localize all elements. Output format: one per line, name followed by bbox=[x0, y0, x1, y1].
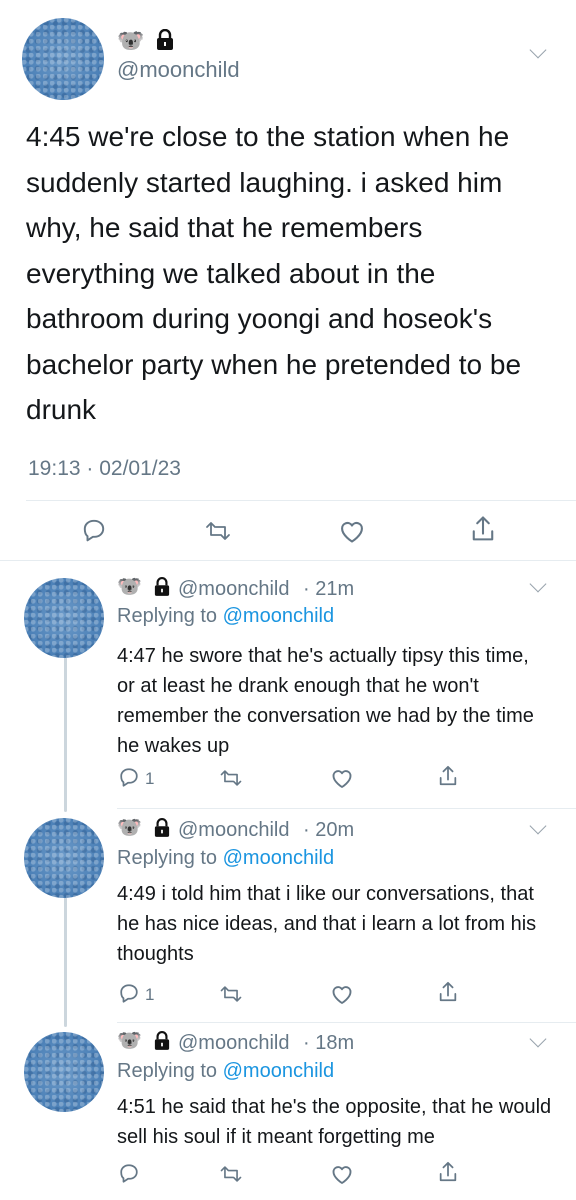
chevron-down-icon[interactable] bbox=[529, 41, 547, 59]
thread-line bbox=[64, 652, 67, 812]
reply-time: · 21m bbox=[303, 578, 355, 600]
chevron-down-icon[interactable] bbox=[529, 575, 547, 593]
lock-icon bbox=[154, 818, 170, 838]
retweet-icon[interactable] bbox=[218, 767, 244, 789]
koala-emoji: 🐨 bbox=[117, 28, 145, 53]
divider bbox=[0, 560, 576, 561]
avatar[interactable] bbox=[24, 1032, 104, 1112]
user-handle[interactable]: @moonchild bbox=[178, 1032, 289, 1055]
retweet-icon[interactable] bbox=[203, 518, 233, 544]
thread-line bbox=[64, 897, 67, 1027]
replying-to-handle[interactable]: @moonchild bbox=[223, 605, 334, 627]
reply-time: · 20m bbox=[303, 819, 355, 841]
like-icon[interactable] bbox=[338, 518, 366, 544]
divider bbox=[26, 500, 576, 501]
like-icon[interactable] bbox=[330, 1163, 354, 1185]
koala-emoji: 🐨 bbox=[117, 817, 142, 839]
reply-text: 4:49 i told him that i like our conversa… bbox=[117, 883, 537, 965]
reply-icon[interactable] bbox=[118, 766, 140, 788]
avatar[interactable] bbox=[24, 578, 104, 658]
replying-to: Replying to @moonchild bbox=[117, 847, 334, 870]
avatar[interactable] bbox=[24, 818, 104, 898]
reply-icon[interactable] bbox=[118, 1162, 140, 1184]
divider bbox=[117, 808, 576, 809]
reply-time: · 18m bbox=[303, 1032, 355, 1054]
lock-icon bbox=[154, 1031, 170, 1051]
replying-to-handle[interactable]: @moonchild bbox=[223, 847, 334, 869]
user-handle[interactable]: @moonchild bbox=[117, 57, 240, 83]
retweet-icon[interactable] bbox=[218, 983, 244, 1005]
lock-icon bbox=[154, 577, 170, 597]
tweet-text: 4:45 we're close to the station when he … bbox=[26, 121, 522, 425]
like-icon[interactable] bbox=[330, 767, 354, 789]
retweet-icon[interactable] bbox=[218, 1163, 244, 1185]
reply-text: 4:47 he swore that he's actually tipsy t… bbox=[117, 645, 534, 757]
reply-icon[interactable] bbox=[118, 982, 140, 1004]
share-icon[interactable] bbox=[437, 1160, 459, 1184]
reply-count: 1 bbox=[145, 769, 155, 788]
replying-to: Replying to @moonchild bbox=[117, 605, 334, 628]
avatar[interactable] bbox=[22, 18, 104, 100]
koala-emoji: 🐨 bbox=[117, 576, 142, 598]
user-handle[interactable]: @moonchild bbox=[178, 578, 289, 601]
koala-emoji: 🐨 bbox=[117, 1030, 142, 1052]
chevron-down-icon[interactable] bbox=[529, 1030, 547, 1048]
reply-text: 4:51 he said that he's the opposite, tha… bbox=[117, 1096, 552, 1148]
like-icon[interactable] bbox=[330, 983, 354, 1005]
chevron-down-icon[interactable] bbox=[529, 817, 547, 835]
share-icon[interactable] bbox=[437, 980, 459, 1004]
lock-icon bbox=[156, 29, 174, 51]
replying-to-handle[interactable]: @moonchild bbox=[223, 1060, 334, 1082]
divider bbox=[117, 1022, 576, 1023]
tweet-timestamp: 19:13 · 02/01/23 bbox=[28, 457, 181, 480]
reply-count: 1 bbox=[145, 985, 155, 1004]
share-icon[interactable] bbox=[469, 514, 497, 544]
replying-to-label: Replying to bbox=[117, 605, 218, 627]
replying-to: Replying to @moonchild bbox=[117, 1060, 334, 1083]
replying-to-label: Replying to bbox=[117, 1060, 218, 1082]
user-handle[interactable]: @moonchild bbox=[178, 819, 289, 842]
replying-to-label: Replying to bbox=[117, 847, 218, 869]
share-icon[interactable] bbox=[437, 764, 459, 788]
reply-icon[interactable] bbox=[81, 517, 107, 543]
